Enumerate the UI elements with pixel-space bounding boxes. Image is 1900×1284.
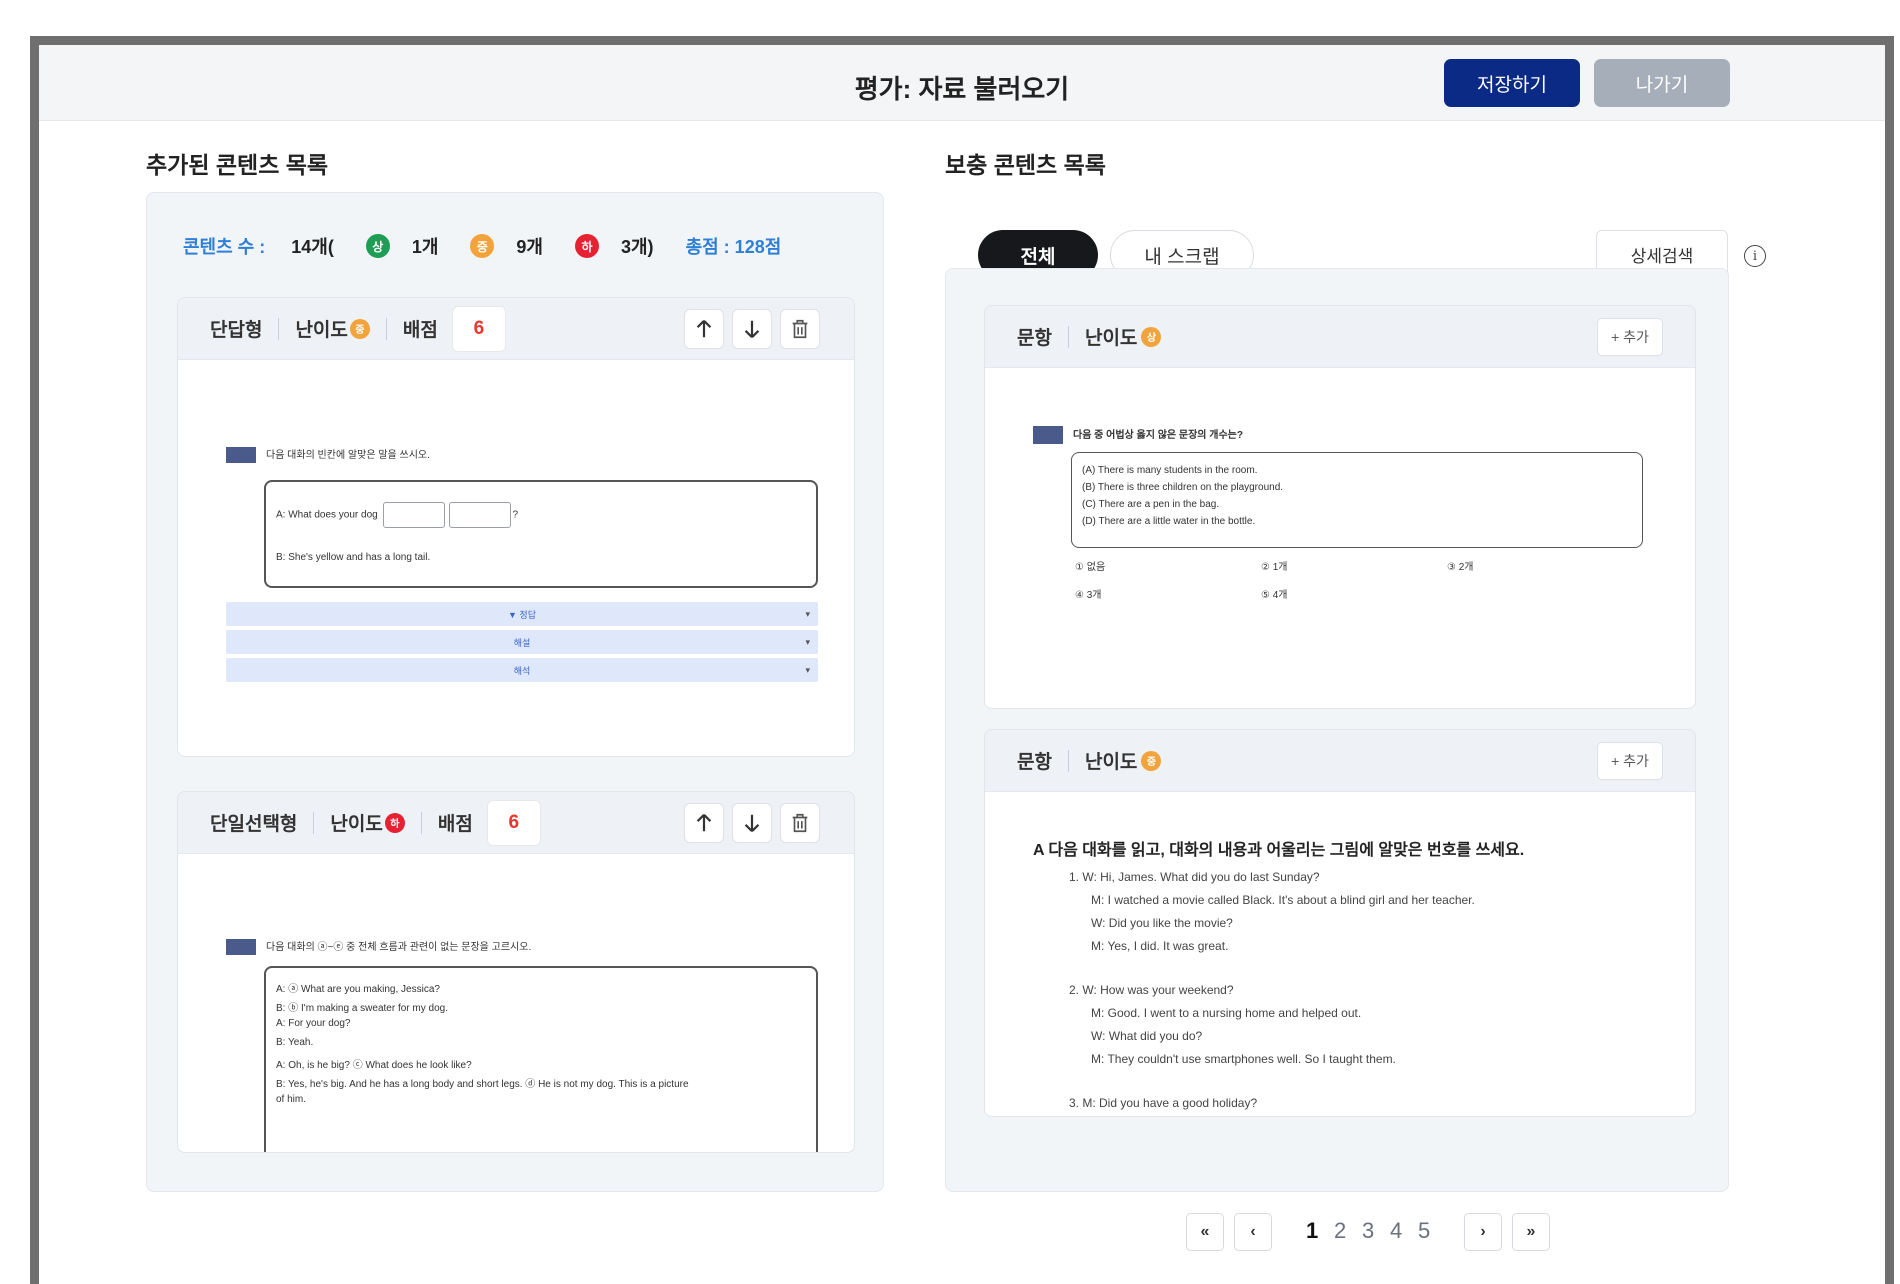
question-prompt: 다음 대화의 빈칸에 알맞은 말을 쓰시오.: [226, 446, 430, 464]
question-type: 문항: [1017, 328, 1052, 349]
exit-button[interactable]: 나가기: [1594, 59, 1730, 107]
question-prompt: A 다음 대화를 읽고, 대화의 내용과 어울리는 그림에 알맞은 번호를 쓰세…: [1033, 842, 1525, 859]
chevron-down-icon: ▾: [805, 608, 810, 619]
page-3[interactable]: 3: [1362, 1218, 1374, 1244]
content-summary: 콘텐츠 수 : 14개( 상 1개 중 9개 하 3개) 총점 : 128점: [183, 233, 781, 259]
score-label: 배점: [402, 320, 438, 341]
page-1[interactable]: 1: [1306, 1218, 1318, 1244]
arrow-down-icon: [744, 814, 760, 833]
difficulty-badge: 중: [349, 318, 370, 339]
question-number: [226, 939, 256, 956]
move-down-button[interactable]: [732, 309, 772, 349]
difficulty-badge: 하: [384, 812, 405, 833]
trash-icon: [792, 813, 808, 833]
difficulty-label: 난이도: [330, 814, 383, 835]
supplement-card: 문항 난이도 상 + 추가 다음 중 어법상 옳지 않은 문장의 개수는? (A…: [984, 305, 1696, 709]
difficulty-label: 난이도: [1084, 752, 1138, 773]
move-up-button[interactable]: [684, 803, 724, 843]
choice-4[interactable]: ④ 3개: [1075, 586, 1102, 601]
chevron-down-icon: ▾: [805, 636, 810, 647]
answer-toggle[interactable]: ▼ 정답 ▾: [226, 602, 818, 626]
page-2[interactable]: 2: [1334, 1218, 1346, 1244]
difficulty-mid-badge: 중: [470, 234, 495, 258]
info-icon[interactable]: i: [1744, 245, 1766, 267]
difficulty-badge: 상: [1141, 326, 1162, 347]
difficulty-badge: 중: [1141, 750, 1162, 771]
arrow-down-icon: [744, 320, 760, 339]
question-number: [1033, 426, 1063, 445]
delete-button[interactable]: [780, 309, 820, 349]
chevron-down-icon: ▾: [805, 664, 810, 675]
added-content-panel: 콘텐츠 수 : 14개( 상 1개 중 9개 하 3개) 총점 : 128점 단…: [146, 192, 884, 1192]
top-bar: 평가: 자료 불러오기 저장하기 나가기: [39, 45, 1885, 121]
content-card: 단답형 난이도 중 배점 6 다음 대화의 빈칸에 알맞은 말을 쓰시오. A:…: [177, 297, 855, 757]
last-page-button[interactable]: »: [1512, 1213, 1550, 1251]
difficulty-low-badge: 하: [574, 234, 599, 258]
content-card: 단일선택형 난이도 하 배점 6 다음 대화의 ⓐ~ⓔ 중 전체 흐름과 관련이…: [177, 791, 855, 1153]
difficulty-high-badge: 상: [365, 234, 390, 258]
card-header: 문항 난이도 중: [985, 730, 1695, 792]
next-page-button[interactable]: ›: [1464, 1213, 1502, 1251]
low-count: 3개): [620, 237, 654, 257]
supplement-content-title: 보충 콘텐츠 목록: [945, 152, 1106, 178]
question-prompt: 다음 중 어법상 옳지 않은 문장의 개수는?: [1033, 426, 1243, 445]
answer-blank-1[interactable]: [382, 502, 445, 528]
arrow-up-icon: [696, 319, 712, 338]
options-box: (A) There is many students in the room. …: [1071, 452, 1643, 548]
trash-icon: [792, 319, 808, 339]
translation-toggle[interactable]: 해석 ▾: [226, 658, 818, 682]
supplement-content-panel: 문항 난이도 상 + 추가 다음 중 어법상 옳지 않은 문장의 개수는? (A…: [945, 268, 1729, 1192]
score-label: 배점: [437, 814, 473, 835]
add-button[interactable]: + 추가: [1597, 318, 1663, 356]
choice-2[interactable]: ② 1개: [1261, 558, 1288, 573]
question-box: A: What does your dog ? B: She's yellow …: [264, 480, 818, 588]
arrow-up-icon: [696, 813, 712, 832]
question-number: [226, 447, 256, 464]
delete-button[interactable]: [780, 803, 820, 843]
score-input[interactable]: 6: [451, 305, 506, 352]
save-button[interactable]: 저장하기: [1444, 59, 1580, 107]
choice-1[interactable]: ① 없음: [1075, 558, 1105, 573]
move-down-button[interactable]: [732, 803, 772, 843]
count-total: 14개(: [291, 237, 334, 257]
total-score: 총점 : 128점: [685, 237, 782, 257]
page-5[interactable]: 5: [1418, 1218, 1430, 1244]
score-input[interactable]: 6: [486, 799, 541, 846]
question-prompt: 다음 대화의 ⓐ~ⓔ 중 전체 흐름과 관련이 없는 문장을 고르시오.: [226, 938, 531, 956]
move-up-button[interactable]: [684, 309, 724, 349]
first-page-button[interactable]: «: [1186, 1213, 1224, 1251]
question-type: 단답형: [210, 320, 263, 341]
difficulty-label: 난이도: [1084, 328, 1138, 349]
question-type: 문항: [1017, 752, 1052, 773]
supplement-card: 문항 난이도 중 + 추가 A 다음 대화를 읽고, 대화의 내용과 어울리는 …: [984, 729, 1696, 1117]
question-type: 단일선택형: [210, 814, 298, 835]
choice-3[interactable]: ③ 2개: [1447, 558, 1474, 573]
choice-5[interactable]: ⑤ 4개: [1261, 586, 1288, 601]
count-label: 콘텐츠 수 :: [183, 237, 266, 257]
add-button[interactable]: + 추가: [1597, 742, 1663, 780]
prev-page-button[interactable]: ‹: [1234, 1213, 1272, 1251]
page-4[interactable]: 4: [1390, 1218, 1402, 1244]
added-content-title: 추가된 콘텐츠 목록: [146, 152, 329, 178]
explanation-toggle[interactable]: 해설 ▾: [226, 630, 818, 654]
mid-count: 9개: [516, 237, 543, 257]
difficulty-label: 난이도: [295, 320, 348, 341]
high-count: 1개: [411, 237, 439, 257]
answer-blank-2[interactable]: [448, 502, 511, 528]
question-box: A: ⓐ What are you making, Jessica? B: ⓑ …: [264, 966, 818, 1152]
card-header: 문항 난이도 상: [985, 306, 1695, 368]
